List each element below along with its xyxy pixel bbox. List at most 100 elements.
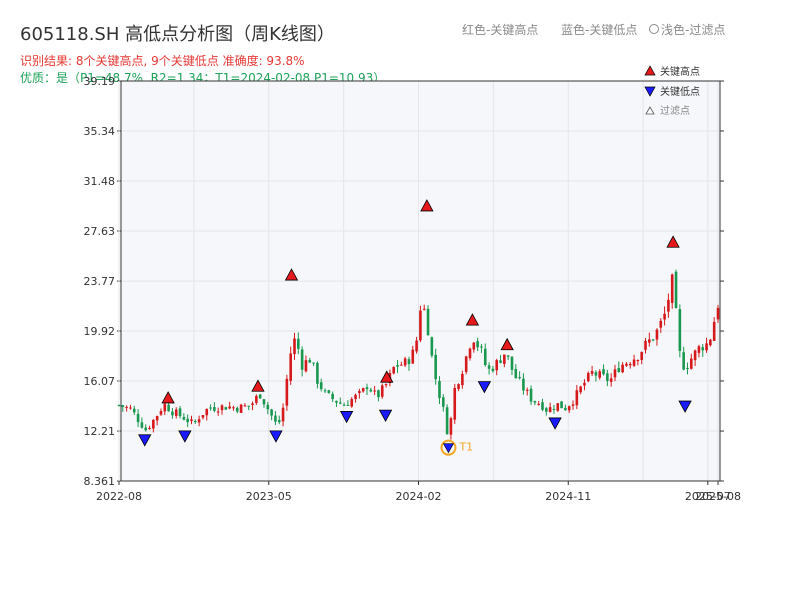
candle-body xyxy=(125,406,128,408)
candle-body xyxy=(167,404,170,412)
y-tick-label: 39.19 xyxy=(84,75,116,88)
candle-body xyxy=(171,411,174,416)
candle-body xyxy=(651,339,655,341)
candle-body xyxy=(380,385,384,397)
candle-body xyxy=(567,406,571,411)
x-tick-label: 2022-08 xyxy=(96,490,142,503)
candle-body xyxy=(476,341,479,348)
candle-body xyxy=(277,420,281,423)
candle-body xyxy=(144,427,148,431)
candle-body xyxy=(472,342,476,350)
candle-body xyxy=(396,365,399,367)
candle-body xyxy=(228,406,231,409)
candle-body xyxy=(220,405,224,411)
candle-body xyxy=(266,404,270,410)
legend-low-label: 关键低点 xyxy=(660,85,700,98)
candle-body xyxy=(487,365,491,369)
candle-body xyxy=(625,363,628,366)
candle-body xyxy=(674,271,678,309)
candle-body xyxy=(346,404,350,406)
candle-body xyxy=(579,386,582,393)
y-tick-label: 23.77 xyxy=(84,275,116,288)
candle-body xyxy=(148,427,151,429)
candle-body xyxy=(297,338,300,349)
candle-body xyxy=(422,308,426,310)
candle-body xyxy=(663,313,666,320)
candle-body xyxy=(235,407,239,412)
candle-body xyxy=(461,373,464,386)
candle-body xyxy=(541,402,544,410)
candle-body xyxy=(270,409,273,416)
candle-body xyxy=(640,352,643,360)
candle-body xyxy=(152,419,155,429)
candle-body xyxy=(533,401,537,403)
candle-body xyxy=(564,407,567,411)
candle-body xyxy=(697,346,701,353)
candle-body xyxy=(182,417,186,420)
y-tick-label: 31.48 xyxy=(84,175,116,188)
candle-body xyxy=(232,407,235,409)
candle-body xyxy=(239,404,243,413)
candle-body xyxy=(678,309,682,351)
candle-body xyxy=(525,389,529,391)
candle-body xyxy=(163,403,167,412)
candle-body xyxy=(441,397,445,407)
candle-body xyxy=(258,394,262,399)
candle-body xyxy=(247,405,251,407)
candle-body xyxy=(331,393,334,400)
candle-body xyxy=(609,378,613,382)
candle-body xyxy=(377,390,380,398)
candle-body xyxy=(514,369,518,379)
legend-high-icon xyxy=(644,65,656,76)
candle-body xyxy=(392,366,396,374)
candle-body xyxy=(670,274,674,303)
candle-body xyxy=(594,372,598,376)
y-tick-label: 16.07 xyxy=(84,375,116,388)
candle-body xyxy=(323,390,327,392)
candle-body xyxy=(327,390,331,393)
candle-body xyxy=(590,371,594,374)
candle-body xyxy=(453,387,457,420)
candle-body xyxy=(197,419,201,423)
candle-body xyxy=(178,408,182,417)
candle-body xyxy=(522,378,525,391)
candle-body xyxy=(583,382,586,386)
candle-body xyxy=(140,422,144,428)
candle-body xyxy=(384,384,388,386)
t1-label: T1 xyxy=(458,441,473,454)
candle-body xyxy=(621,364,624,373)
candle-body xyxy=(419,310,422,341)
candle-body xyxy=(491,368,495,372)
legend-filtered-label: 过滤点 xyxy=(660,104,690,117)
candle-body xyxy=(556,403,560,411)
candle-body xyxy=(667,299,670,312)
candle-body xyxy=(285,378,289,406)
candle-body xyxy=(224,407,228,410)
candle-body xyxy=(628,363,632,366)
candle-body xyxy=(358,391,361,394)
candle-body xyxy=(457,384,460,389)
candle-body xyxy=(537,403,540,405)
candle-body xyxy=(190,419,193,421)
candle-body xyxy=(159,411,163,415)
candle-body xyxy=(274,415,277,422)
candle-body xyxy=(403,358,407,366)
candle-body xyxy=(415,340,418,352)
x-tick-label: 2024-02 xyxy=(396,490,442,503)
candle-body xyxy=(342,404,346,406)
candle-body xyxy=(693,350,697,361)
candle-body xyxy=(132,408,136,413)
candle-body xyxy=(709,339,712,346)
candle-body xyxy=(213,407,216,411)
candle-body xyxy=(365,387,369,390)
candle-body xyxy=(293,338,296,355)
candle-body xyxy=(644,340,647,350)
candle-body xyxy=(300,349,304,370)
candle-body xyxy=(545,408,548,412)
candle-body xyxy=(262,399,266,405)
candle-body xyxy=(648,339,651,343)
candle-body xyxy=(659,320,663,328)
candle-body xyxy=(503,354,506,364)
candle-body xyxy=(117,405,121,407)
candle-body xyxy=(136,413,140,423)
